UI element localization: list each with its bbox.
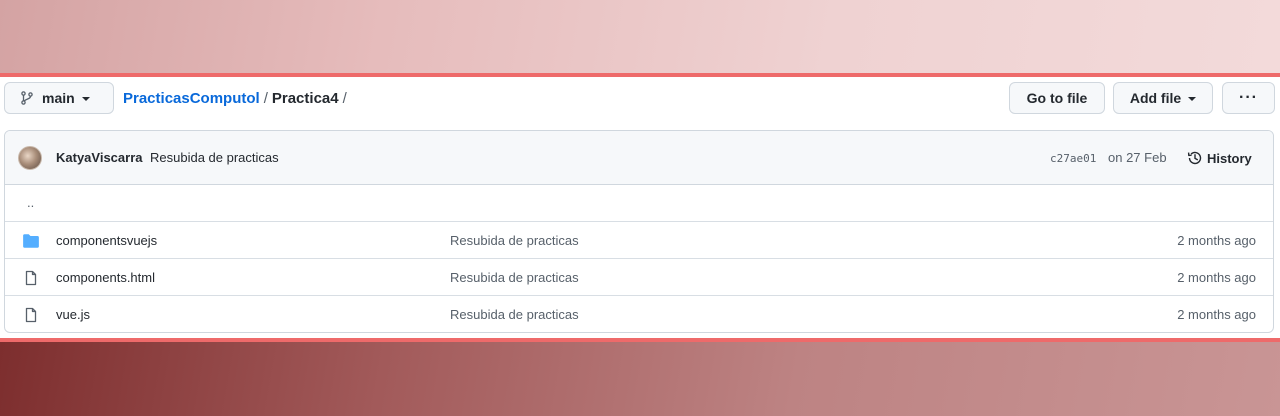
breadcrumb-repo-link[interactable]: PracticasComputol xyxy=(123,90,260,107)
file-row[interactable]: vue.js Resubida de practicas 2 months ag… xyxy=(5,296,1273,332)
commit-message-link[interactable]: Resubida de practicas xyxy=(150,150,279,165)
file-name-link[interactable]: componentsvuejs xyxy=(56,233,157,248)
breadcrumb-separator: / xyxy=(263,90,268,107)
history-label: History xyxy=(1207,150,1252,166)
more-options-button[interactable]: ··· xyxy=(1222,82,1275,114)
chevron-down-icon xyxy=(81,96,90,101)
repo-file-browser: main PracticasComputol / Practica4/ Go to … xyxy=(0,73,1280,342)
breadcrumb-trailing-separator: / xyxy=(342,90,347,107)
file-age: 2 months ago xyxy=(1177,307,1256,322)
commit-author-link[interactable]: KatyaViscarra xyxy=(56,150,143,165)
background-bottom xyxy=(0,342,1280,416)
file-row[interactable]: componentsvuejs Resubida de practicas 2 … xyxy=(5,222,1273,259)
file-icon xyxy=(25,270,37,286)
commit-sha-link[interactable]: c27ae01 xyxy=(1050,152,1096,165)
file-icon xyxy=(25,307,37,323)
file-list-panel: KatyaViscarra Resubida de practicas c27a… xyxy=(4,130,1274,333)
breadcrumb: PracticasComputol / Practica4/ xyxy=(123,90,351,107)
history-link[interactable]: History xyxy=(1187,150,1252,166)
git-branch-icon xyxy=(21,91,33,105)
background-top xyxy=(0,0,1280,73)
folder-icon xyxy=(23,234,39,248)
parent-directory-row[interactable]: .. xyxy=(5,185,1273,222)
add-file-button[interactable]: Add file xyxy=(1113,82,1213,114)
file-commit-message-link[interactable]: Resubida de practicas xyxy=(450,307,579,322)
file-navigation: main PracticasComputol / Practica4/ Go to … xyxy=(0,77,1280,127)
file-name-link[interactable]: components.html xyxy=(56,270,155,285)
commit-date: on 27 Feb xyxy=(1108,150,1167,165)
parent-directory-link[interactable]: .. xyxy=(27,195,34,210)
file-commit-message-link[interactable]: Resubida de practicas xyxy=(450,233,579,248)
go-to-file-button[interactable]: Go to file xyxy=(1009,82,1105,114)
history-icon xyxy=(1187,151,1202,165)
file-age: 2 months ago xyxy=(1177,233,1256,248)
file-age: 2 months ago xyxy=(1177,270,1256,285)
breadcrumb-current: Practica4 xyxy=(271,90,339,107)
chevron-down-icon xyxy=(1188,96,1197,101)
add-file-label: Add file xyxy=(1129,90,1182,106)
branch-select-button[interactable]: main xyxy=(4,82,114,114)
branch-label: main xyxy=(42,90,75,106)
file-commit-message-link[interactable]: Resubida de practicas xyxy=(450,270,579,285)
avatar[interactable] xyxy=(18,146,42,170)
file-name-link[interactable]: vue.js xyxy=(56,307,90,322)
latest-commit-bar: KatyaViscarra Resubida de practicas c27a… xyxy=(5,131,1273,185)
file-row[interactable]: components.html Resubida de practicas 2 … xyxy=(5,259,1273,296)
